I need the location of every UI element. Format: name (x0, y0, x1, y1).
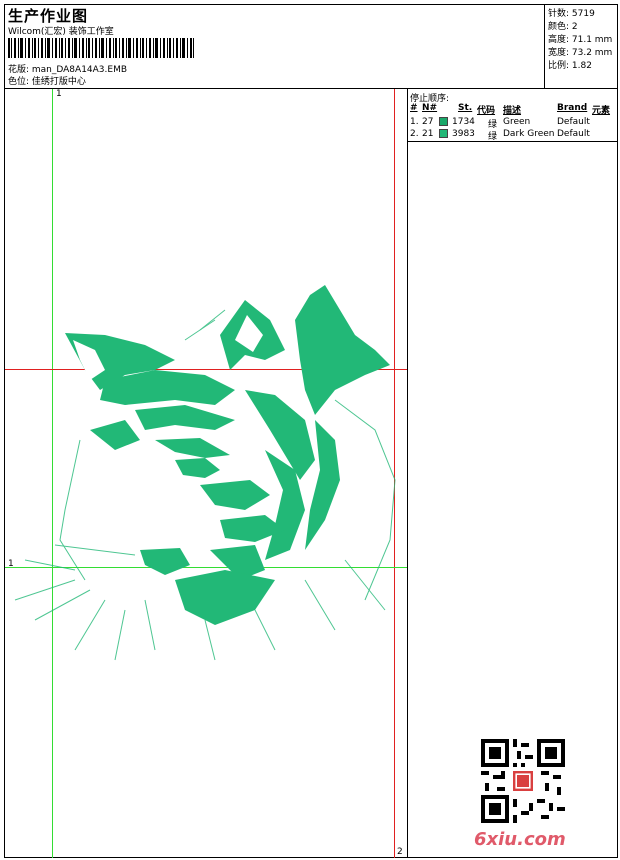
stats-divider (544, 4, 545, 88)
page-title: 生产作业图 (8, 7, 89, 25)
row-index: 1. (410, 117, 419, 127)
row-needle: 21 (422, 129, 434, 139)
guide-marker-top: 1 (56, 89, 62, 99)
panel-divider (407, 88, 408, 858)
col-header-brand: Brand (557, 103, 588, 113)
tiger-head-embroidery (14, 285, 396, 661)
color-count: 颜色: 2 (548, 22, 578, 32)
design-width: 宽度: 73.2 mm (548, 48, 613, 58)
row-code: 3983 (452, 129, 475, 139)
studio-subtitle: Wilcom(汇宏) 装饰工作室 (8, 27, 114, 37)
col-header-needle: N# (422, 103, 438, 113)
barcode (8, 38, 194, 58)
col-header-description: 描述 (503, 106, 522, 116)
col-header-stitches: St. (458, 103, 473, 113)
row-index: 2. (410, 129, 419, 139)
col-header-index: # (410, 103, 418, 113)
row-description: Green (503, 117, 531, 127)
qr-code (481, 739, 565, 823)
row-code-char: 绿 (488, 132, 498, 142)
color-swatch (439, 117, 448, 126)
design-height: 高度: 71.1 mm (548, 35, 613, 45)
design-scale: 比例: 1.82 (548, 61, 592, 71)
color-swatch (439, 129, 448, 138)
row-description: Dark Green (503, 129, 555, 139)
stitch-count: 针数: 5719 (548, 9, 595, 19)
row-brand: Default (557, 129, 590, 139)
table-divider (407, 141, 618, 142)
col-header-element: 元素 (592, 106, 611, 116)
watermark-site: 6xiu.com (474, 829, 566, 850)
color-line: 色位: 佳绣打版中心 (8, 77, 86, 87)
row-needle: 27 (422, 117, 434, 127)
row-brand: Default (557, 117, 590, 127)
guide-marker-bottom: 2 (397, 847, 403, 857)
header-divider (4, 88, 618, 89)
col-header-code: 代码 (477, 106, 496, 116)
row-code: 1734 (452, 117, 475, 127)
